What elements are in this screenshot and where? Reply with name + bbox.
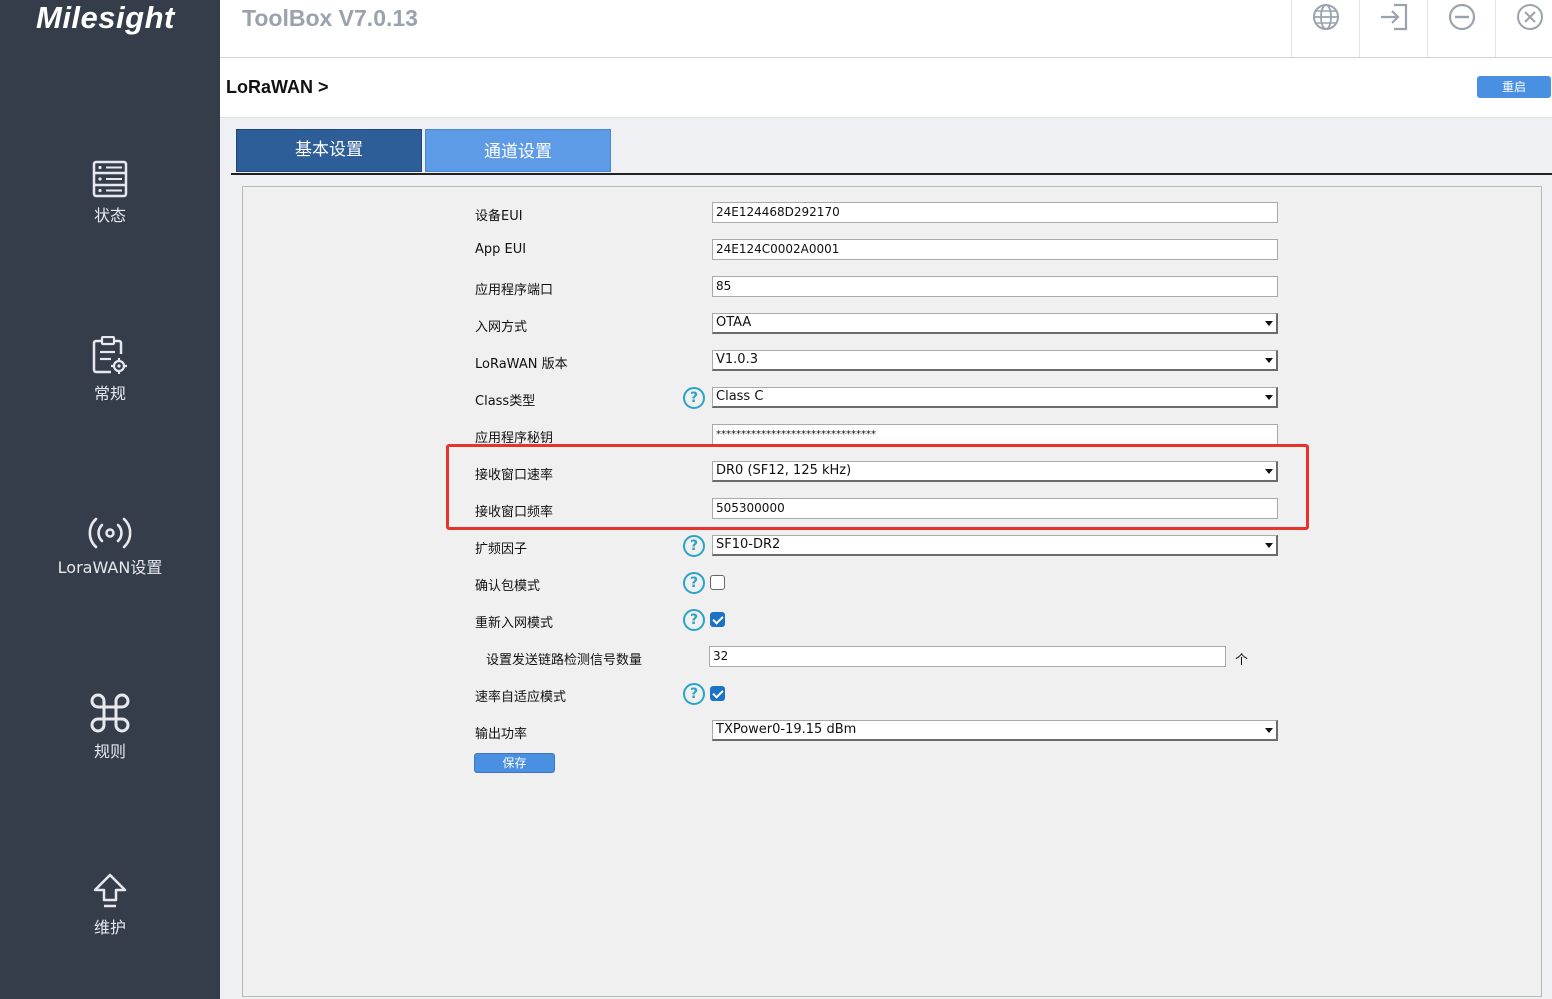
rx2-frequency-input[interactable]: 505300000 — [712, 498, 1278, 519]
device-eui-label: 设备EUI — [475, 209, 523, 224]
help-icon[interactable]: ? — [683, 535, 705, 557]
tx-power-label: 输出功率 — [475, 727, 528, 742]
form-row-rx2-datarate: 接收窗口速率 DR0 (SF12, 125 kHz) — [243, 461, 1543, 485]
minimize-button[interactable] — [1427, 0, 1495, 57]
app-key-input[interactable]: ******************************** — [712, 424, 1278, 445]
join-type-label: 入网方式 — [475, 320, 528, 335]
app-key-label: 应用程序秘钥 — [475, 431, 554, 446]
rx2-frequency-label: 接收窗口频率 — [475, 505, 554, 520]
chevron-down-icon — [1265, 728, 1273, 733]
app-eui-label: App EUI — [475, 242, 527, 257]
form-row-class-type: Class类型 ? Class C — [243, 387, 1543, 411]
form-row-confirmed-mode: 确认包模式 ? — [243, 572, 1543, 596]
close-icon — [1516, 4, 1543, 30]
main-content: 基本设置 通道设置 设备EUI 24E124468D292170 App EUI… — [220, 118, 1552, 999]
breadcrumb-bar: LoRaWAN > 重启 — [220, 58, 1552, 118]
rejoin-mode-label: 重新入网模式 — [475, 616, 554, 631]
chevron-down-icon — [1265, 358, 1273, 363]
app-eui-input[interactable]: 24E124C0002A0001 — [712, 239, 1278, 260]
form-row-device-eui: 设备EUI 24E124468D292170 — [243, 202, 1543, 226]
globe-icon — [1312, 4, 1339, 30]
app-port-input[interactable]: 85 — [712, 276, 1278, 297]
app-title: ToolBox V7.0.13 — [242, 5, 418, 31]
spread-factor-label: 扩频因子 — [475, 542, 528, 557]
sidebar-item-general[interactable]: 常规 — [0, 336, 220, 426]
spread-factor-select[interactable]: SF10-DR2 — [712, 535, 1278, 556]
breadcrumb: LoRaWAN > — [226, 77, 329, 97]
sidebar-item-label: 常规 — [93, 384, 126, 403]
save-button[interactable]: 保存 — [474, 753, 555, 773]
class-type-value: Class C — [716, 389, 764, 404]
rejoin-mode-checkbox[interactable] — [710, 612, 725, 627]
sidebar-item-rules[interactable]: 规则 — [0, 692, 220, 782]
command-icon — [90, 693, 130, 733]
form-row-spread-factor: 扩频因子 ? SF10-DR2 — [243, 535, 1543, 559]
form-row-lorawan-version: LoRaWAN 版本 V1.0.3 — [243, 350, 1543, 374]
form-row-link-check-count: 设置发送链路检测信号数量 32 个 — [243, 646, 1543, 670]
class-type-label: Class类型 — [475, 394, 536, 409]
form-row-app-eui: App EUI 24E124C0002A0001 — [243, 239, 1543, 263]
form-row-tx-power: 输出功率 TXPower0-19.15 dBm — [243, 720, 1543, 744]
form-row-app-key: 应用程序秘钥 ******************************** — [243, 424, 1543, 448]
lorawan-version-select[interactable]: V1.0.3 — [712, 350, 1278, 371]
rx2-datarate-select[interactable]: DR0 (SF12, 125 kHz) — [712, 461, 1278, 482]
class-type-select[interactable]: Class C — [712, 387, 1278, 408]
sidebar-item-maintenance[interactable]: 维护 — [0, 872, 220, 962]
sidebar-item-label: 状态 — [93, 206, 126, 225]
settings-clipboard-icon — [92, 336, 127, 374]
language-button[interactable] — [1291, 0, 1359, 57]
form-row-rx2-frequency: 接收窗口频率 505300000 — [243, 498, 1543, 522]
help-icon[interactable]: ? — [683, 609, 705, 631]
lorawan-version-label: LoRaWAN 版本 — [475, 357, 568, 372]
form-row-app-port: 应用程序端口 85 — [243, 276, 1543, 300]
chevron-down-icon — [1265, 543, 1273, 548]
adr-mode-label: 速率自适应模式 — [475, 690, 567, 705]
sidebar-item-label: 维护 — [93, 918, 126, 937]
join-type-select[interactable]: OTAA — [712, 313, 1278, 334]
minimize-icon — [1448, 3, 1475, 31]
rx2-datarate-value: DR0 (SF12, 125 kHz) — [716, 463, 852, 478]
restart-button[interactable]: 重启 — [1477, 76, 1551, 98]
milesight-logo: Milesight — [36, 0, 175, 35]
sidebar-item-label: 规则 — [93, 742, 126, 761]
logout-icon — [1380, 3, 1407, 31]
server-status-icon — [92, 160, 128, 198]
form-row-join-type: 入网方式 OTAA — [243, 313, 1543, 337]
sidebar-item-status[interactable]: 状态 — [0, 160, 220, 250]
rx2-datarate-label: 接收窗口速率 — [475, 468, 554, 483]
tab-basic-settings[interactable]: 基本设置 — [236, 129, 422, 172]
logout-button[interactable] — [1359, 0, 1427, 57]
tx-power-value: TXPower0-19.15 dBm — [716, 722, 857, 737]
close-button[interactable] — [1495, 0, 1552, 57]
join-type-value: OTAA — [716, 315, 752, 330]
sidebar-item-lorawan[interactable]: LoraWAN设置 — [0, 516, 220, 606]
link-check-count-label: 设置发送链路检测信号数量 — [486, 653, 643, 668]
form-row-rejoin-mode: 重新入网模式 ? — [243, 609, 1543, 633]
adr-mode-checkbox[interactable] — [710, 686, 725, 701]
sidebar: Milesight 状态 常规 LoraWAN设置 规则 维护 — [0, 0, 220, 999]
device-eui-input[interactable]: 24E124468D292170 — [712, 202, 1278, 223]
chevron-down-icon — [1265, 469, 1273, 474]
app-header: ToolBox V7.0.13 — [220, 0, 1552, 58]
spread-factor-value: SF10-DR2 — [716, 537, 781, 552]
sidebar-item-label: LoraWAN设置 — [57, 558, 163, 577]
confirmed-mode-checkbox[interactable] — [710, 575, 725, 590]
tx-power-select[interactable]: TXPower0-19.15 dBm — [712, 720, 1278, 741]
settings-panel: 设备EUI 24E124468D292170 App EUI 24E124C00… — [242, 186, 1542, 997]
tab-channel-settings[interactable]: 通道设置 — [425, 129, 611, 172]
chevron-down-icon — [1265, 321, 1273, 326]
lorawan-version-value: V1.0.3 — [716, 352, 758, 367]
wireless-signal-icon — [88, 517, 132, 549]
chevron-down-icon — [1265, 395, 1273, 400]
confirmed-mode-label: 确认包模式 — [475, 579, 541, 594]
upload-arrow-icon — [93, 873, 127, 908]
help-icon[interactable]: ? — [683, 387, 705, 409]
tab-divider — [231, 173, 1552, 175]
app-port-label: 应用程序端口 — [475, 283, 554, 298]
form-row-adr-mode: 速率自适应模式 ? — [243, 683, 1543, 707]
help-icon[interactable]: ? — [683, 683, 705, 705]
link-check-count-unit: 个 — [1235, 653, 1249, 668]
help-icon[interactable]: ? — [683, 572, 705, 594]
link-check-count-input[interactable]: 32 — [709, 646, 1226, 667]
